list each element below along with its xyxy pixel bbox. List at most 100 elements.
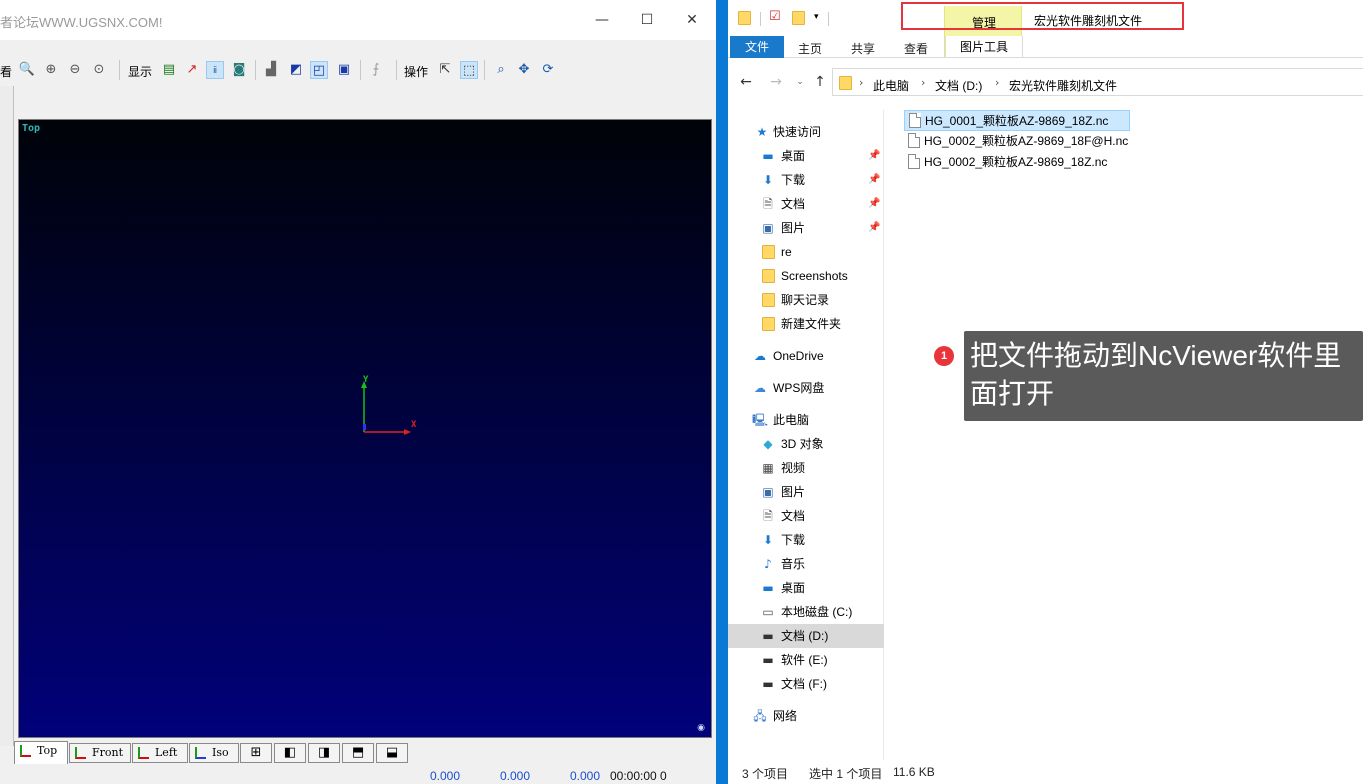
nav-onedrive[interactable]: ☁ OneDrive: [728, 344, 884, 368]
nav-quick-access[interactable]: ★ 快速访问: [728, 120, 884, 144]
nav-network[interactable]: 🖧 网络: [728, 704, 884, 728]
drive-icon: ▬: [762, 653, 774, 667]
zoom-out-icon[interactable]: ⊖: [66, 61, 84, 79]
ribbon-tabs: 文件 主页 共享 查看: [728, 36, 1363, 58]
pin-icon: 📌: [868, 198, 881, 209]
nav-folder-screenshots[interactable]: Screenshots: [728, 264, 884, 288]
nav-label: 网络: [773, 709, 798, 723]
up-arrow-icon[interactable]: ↑: [812, 72, 828, 92]
tab-front-view[interactable]: Front: [69, 743, 131, 763]
drive-icon: ▭: [762, 605, 774, 619]
maximize-button[interactable]: ☐: [632, 8, 662, 32]
nav-pc-pictures[interactable]: ▣ 图片: [728, 480, 884, 504]
nav-drive-f[interactable]: ▬ 文档 (F:): [728, 672, 884, 696]
box-select-icon[interactable]: ⬚: [460, 61, 478, 79]
nav-drive-d[interactable]: ▬ 文档 (D:): [728, 624, 884, 648]
nav-videos[interactable]: ▦ 视频: [728, 456, 884, 480]
nav-label: 聊天记录: [781, 293, 830, 307]
nav-this-pc[interactable]: 🖳 此电脑: [728, 408, 884, 432]
file-name: HG_0002_颗粒板AZ-9869_18Z.nc: [924, 155, 1108, 169]
toolbar-separator: [255, 60, 256, 80]
item-count: 3 个项目: [742, 767, 789, 781]
camera-icon[interactable]: ◙: [230, 61, 248, 79]
nav-drive-c[interactable]: ▭ 本地磁盘 (C:): [728, 600, 884, 624]
minimize-button[interactable]: —: [587, 8, 617, 32]
nav-folder-re[interactable]: re: [728, 240, 884, 264]
nav-folder-new-folder[interactable]: 新建文件夹: [728, 312, 884, 336]
nav-folder-chat-history[interactable]: 聊天记录: [728, 288, 884, 312]
tab-top-view[interactable]: Top: [14, 741, 68, 764]
view-menu-label[interactable]: 看: [0, 63, 12, 80]
axis-triad: Y X: [361, 375, 417, 435]
view-tabs: Top Front Left Iso ⊞ ◧ ◨ ⬒ ⬓: [12, 741, 712, 765]
breadcrumb-current-folder[interactable]: 宏光软件雕刻机文件: [1009, 77, 1117, 94]
ncviewer-toolbar: 看 🔍 ⊕ ⊖ ⊙ 显示 ▤ ↗ ⅱ ◙ ▟ ◩ ◰ ▣ ⨍ 操作 ⇱ ⬚ ⌕ …: [0, 56, 716, 84]
file-item[interactable]: HG_0002_颗粒板AZ-9869_18F@H.nc: [904, 131, 1130, 152]
pointer-select-icon[interactable]: ⇱: [436, 61, 454, 79]
file-item[interactable]: HG_0001_颗粒板AZ-9869_18Z.nc: [904, 110, 1130, 131]
toolpath-arrow-icon[interactable]: ↗: [183, 61, 201, 79]
formula-icon[interactable]: ⨍: [367, 61, 385, 79]
3d-viewport[interactable]: Top Y X ◉: [18, 119, 712, 738]
machine-icon[interactable]: ▟: [262, 61, 280, 79]
list-view-icon[interactable]: ▤: [160, 61, 178, 79]
tab-left-view[interactable]: Left: [132, 743, 188, 763]
nav-label: 视频: [781, 461, 806, 475]
nav-downloads[interactable]: ⬇ 下载 📌: [728, 168, 884, 192]
properties-check-icon[interactable]: ☑: [769, 9, 781, 24]
operation-menu-label[interactable]: 操作: [404, 63, 428, 80]
nav-pc-desktop[interactable]: ▬ 桌面: [728, 576, 884, 600]
axes-icon: [195, 747, 206, 759]
nav-music[interactable]: ♪ 音乐: [728, 552, 884, 576]
nav-desktop[interactable]: ▬ 桌面 📌: [728, 144, 884, 168]
offset-view-icon[interactable]: ◰: [310, 61, 328, 79]
display-menu-label[interactable]: 显示: [128, 63, 152, 80]
forward-arrow-icon[interactable]: →: [768, 72, 784, 92]
back-arrow-icon[interactable]: ←: [738, 72, 754, 92]
nav-label: 新建文件夹: [781, 317, 842, 331]
document-icon: 🗎: [763, 509, 773, 523]
tab-share[interactable]: 共享: [851, 40, 875, 57]
ncviewer-side-panel: [0, 86, 14, 746]
frame-view-icon[interactable]: ▣: [335, 61, 353, 79]
breadcrumb-drive-d[interactable]: 文档 (D:): [935, 77, 982, 94]
left-split-icon[interactable]: ◧: [274, 743, 306, 763]
single-viewport-icon[interactable]: ⊞: [240, 743, 272, 763]
zoom-dynamic-icon[interactable]: ⌕: [492, 61, 510, 79]
file-item[interactable]: HG_0002_颗粒板AZ-9869_18Z.nc: [904, 152, 1130, 173]
tab-iso-view[interactable]: Iso: [189, 743, 239, 763]
tab-home[interactable]: 主页: [798, 40, 822, 57]
pan-icon[interactable]: ✥: [515, 61, 533, 79]
right-split-icon[interactable]: ◨: [308, 743, 340, 763]
tab-label: Iso: [212, 746, 229, 759]
nav-pc-downloads[interactable]: ⬇ 下载: [728, 528, 884, 552]
folder-icon: [762, 317, 775, 331]
nav-documents[interactable]: 🗎 文档 📌: [728, 192, 884, 216]
new-folder-icon[interactable]: [792, 11, 805, 25]
nav-pictures[interactable]: ▣ 图片 📌: [728, 216, 884, 240]
bottom-split-icon[interactable]: ⬓: [376, 743, 408, 763]
viewport-corner-indicator: ◉: [697, 723, 705, 733]
document-icon: 🗎: [763, 197, 773, 211]
drive-icon: ▬: [762, 677, 774, 691]
toolbar-separator: [360, 60, 361, 80]
qat-customize-icon[interactable]: ▾: [814, 12, 819, 22]
nav-3d-objects[interactable]: ◆ 3D 对象: [728, 432, 884, 456]
zoom-fit-icon[interactable]: ⊙: [90, 61, 108, 79]
nav-wps-cloud[interactable]: ☁ WPS网盘: [728, 376, 884, 400]
breadcrumb-this-pc[interactable]: 此电脑: [873, 77, 909, 94]
top-split-icon[interactable]: ⬒: [342, 743, 374, 763]
nav-drive-e[interactable]: ▬ 软件 (E:): [728, 648, 884, 672]
rotate-icon[interactable]: ⟳: [539, 61, 557, 79]
zoom-window-icon[interactable]: 🔍: [18, 61, 36, 79]
axis-display-icon[interactable]: ⅱ: [206, 61, 224, 79]
nav-pc-documents[interactable]: 🗎 文档: [728, 504, 884, 528]
tab-view[interactable]: 查看: [904, 40, 928, 57]
corner-view-icon[interactable]: ◩: [287, 61, 305, 79]
close-button[interactable]: ✕: [677, 8, 707, 32]
tab-file[interactable]: 文件: [730, 36, 784, 58]
zoom-in-icon[interactable]: ⊕: [42, 61, 60, 79]
recent-locations-icon[interactable]: ⌄: [792, 72, 808, 92]
address-field[interactable]: › 此电脑 › 文档 (D:) › 宏光软件雕刻机文件: [832, 68, 1363, 96]
nav-label: 下载: [781, 173, 806, 187]
